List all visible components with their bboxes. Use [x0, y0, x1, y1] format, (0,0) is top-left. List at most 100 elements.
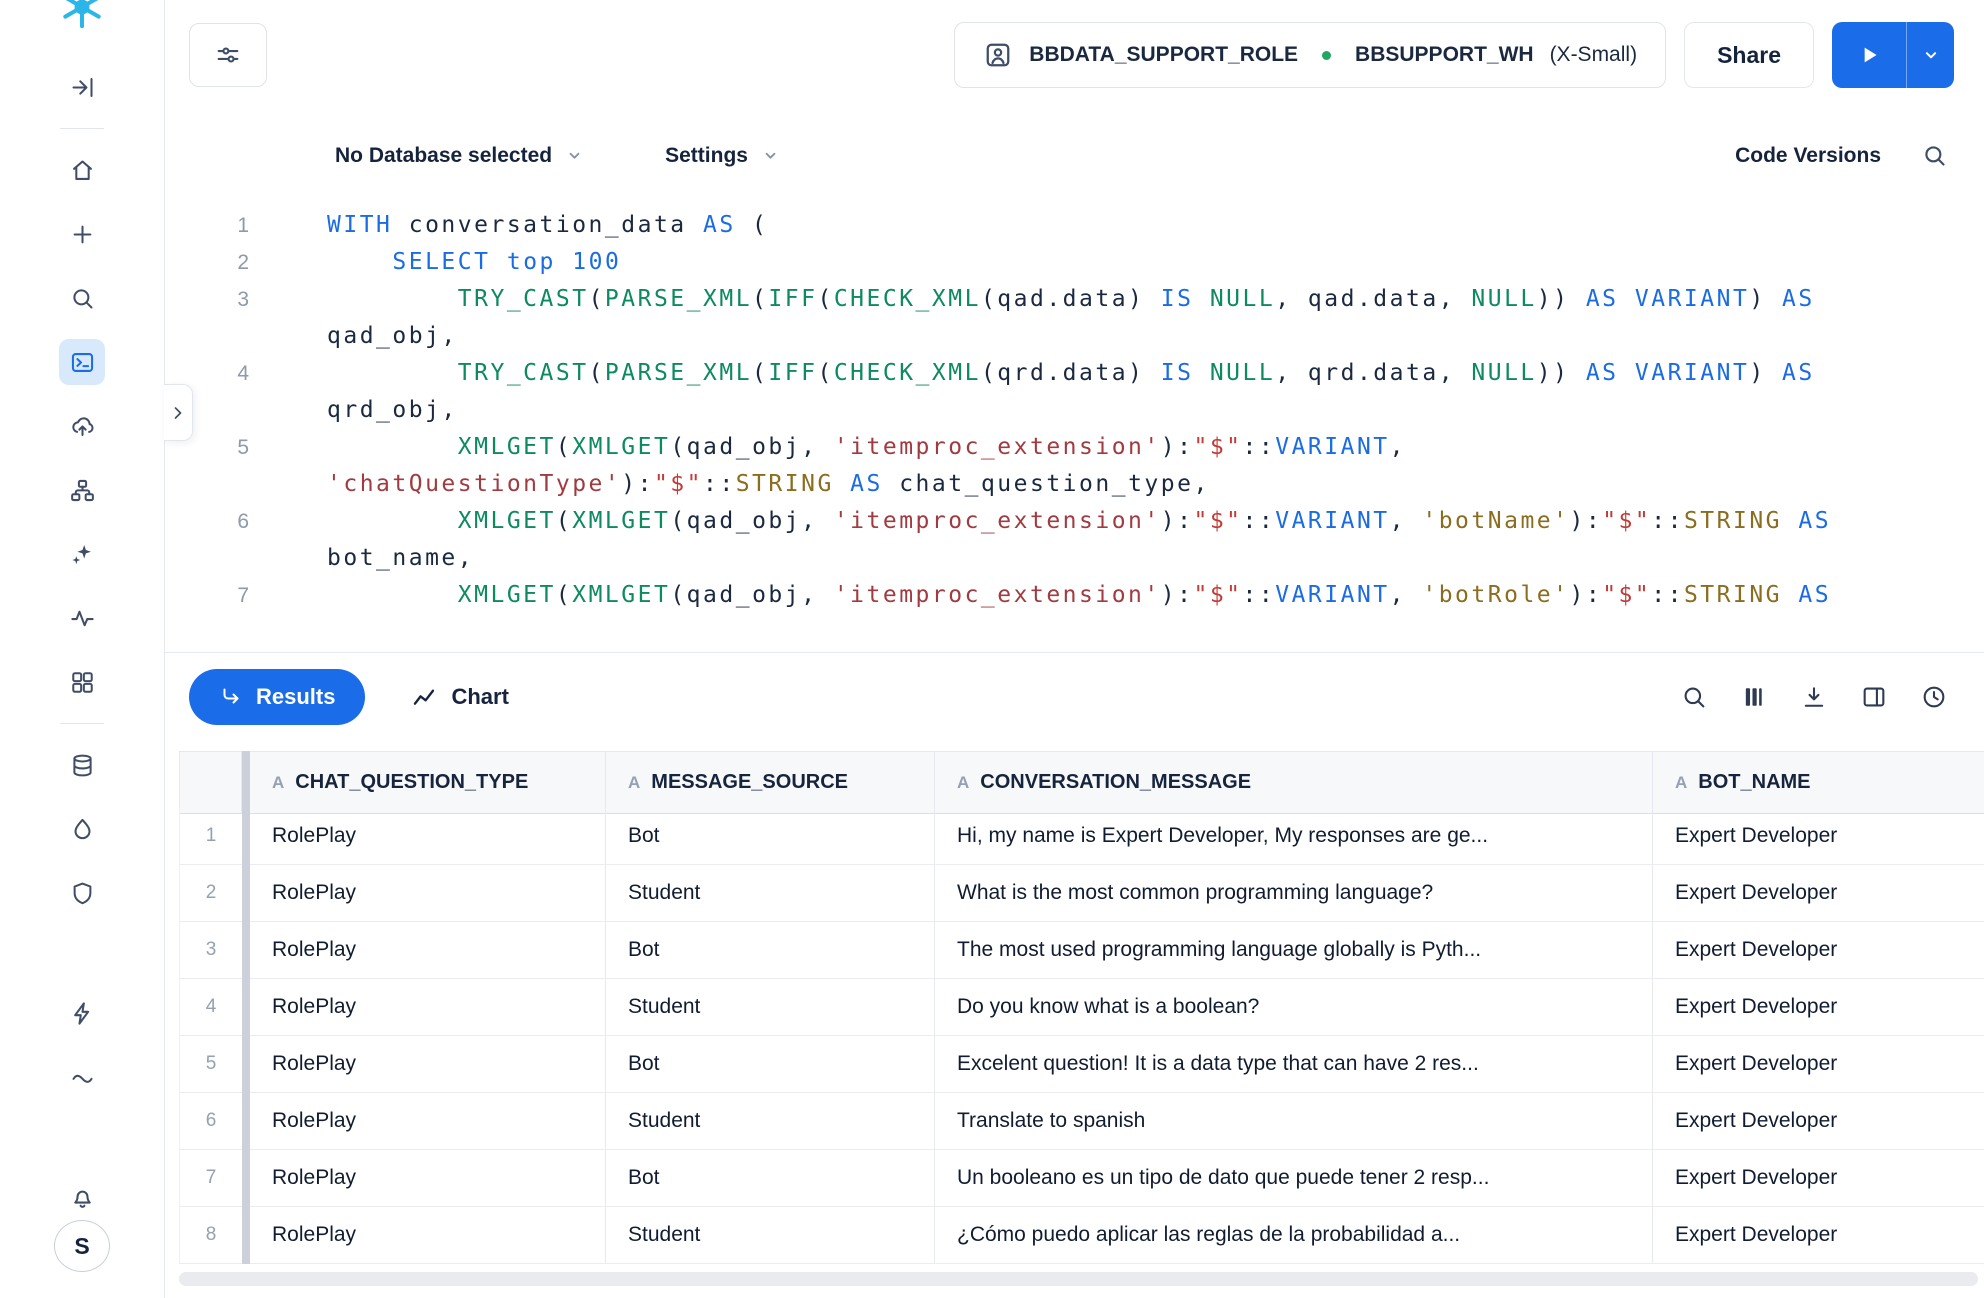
code-line[interactable]: 7 XMLGET(XMLGET(qad_obj, 'itemproc_exten…: [165, 577, 1984, 614]
table-cell[interactable]: RolePlay: [250, 1150, 606, 1207]
table-scrollbar[interactable]: [242, 1207, 250, 1264]
table-cell[interactable]: Expert Developer: [1653, 922, 1984, 979]
table-cell[interactable]: RolePlay: [250, 922, 606, 979]
table-cell[interactable]: Bot: [606, 922, 935, 979]
table-cell[interactable]: Student: [606, 1093, 935, 1150]
table-cell[interactable]: Student: [606, 865, 935, 922]
home-icon[interactable]: [59, 147, 105, 193]
row-number[interactable]: 7: [179, 1150, 242, 1207]
table-scrollbar[interactable]: [242, 1150, 250, 1207]
worksheet-context-bar: No Database selected Settings Code Versi…: [165, 142, 1984, 169]
row-number[interactable]: 5: [179, 1036, 242, 1093]
chevron-down-icon: [760, 145, 781, 166]
shield-icon[interactable]: [59, 870, 105, 916]
table-cell[interactable]: Expert Developer: [1653, 865, 1984, 922]
activity-icon[interactable]: [59, 595, 105, 641]
code-line[interactable]: 4 TRY_CAST(PARSE_XML(IFF(CHECK_XML(qrd.d…: [165, 355, 1984, 429]
tab-results[interactable]: Results: [189, 669, 365, 725]
code-line[interactable]: 2 SELECT top 100: [165, 244, 1984, 281]
worksheets-icon[interactable]: [59, 339, 105, 385]
hierarchy-icon[interactable]: [59, 467, 105, 513]
share-button[interactable]: Share: [1684, 22, 1814, 88]
row-number[interactable]: 4: [179, 979, 242, 1036]
download-icon[interactable]: [1800, 683, 1828, 711]
table-cell[interactable]: Expert Developer: [1653, 808, 1984, 865]
column-header-message_source[interactable]: AMESSAGE_SOURCE: [606, 751, 935, 814]
sql-editor[interactable]: 1WITH conversation_data AS (2 SELECT top…: [165, 207, 1984, 652]
table-cell[interactable]: Expert Developer: [1653, 1093, 1984, 1150]
columns-icon[interactable]: [1740, 683, 1768, 711]
code-versions-link[interactable]: Code Versions: [1735, 144, 1881, 168]
history-icon[interactable]: [1920, 683, 1948, 711]
database-icon[interactable]: [59, 742, 105, 788]
run-button[interactable]: [1832, 22, 1906, 88]
table-cell[interactable]: Bot: [606, 1036, 935, 1093]
row-number[interactable]: 2: [179, 865, 242, 922]
table-cell[interactable]: ¿Cómo puedo aplicar las reglas de la pro…: [935, 1207, 1653, 1264]
table-cell[interactable]: Bot: [606, 808, 935, 865]
table-cell[interactable]: The most used programming language globa…: [935, 922, 1653, 979]
table-cell[interactable]: Student: [606, 979, 935, 1036]
table-cell[interactable]: Translate to spanish: [935, 1093, 1653, 1150]
table-cell[interactable]: Un booleano es un tipo de dato que puede…: [935, 1150, 1653, 1207]
code-line[interactable]: 6 XMLGET(XMLGET(qad_obj, 'itemproc_exten…: [165, 503, 1984, 577]
plus-icon[interactable]: [59, 211, 105, 257]
column-header-bot_name[interactable]: ABOT_NAME: [1653, 751, 1984, 814]
search-icon[interactable]: [59, 275, 105, 321]
bolt-icon[interactable]: [59, 990, 105, 1036]
table-scrollbar[interactable]: [242, 1036, 250, 1093]
table-scrollbar[interactable]: [242, 979, 250, 1036]
database-selector[interactable]: No Database selected: [335, 144, 585, 168]
settings-dropdown[interactable]: Settings: [665, 144, 781, 168]
table-cell[interactable]: Expert Developer: [1653, 1207, 1984, 1264]
column-header-conversation_message[interactable]: ACONVERSATION_MESSAGE: [935, 751, 1653, 814]
results-panel: Results Chart ACHAT_QUESTION_TYPEAMESSAG…: [165, 652, 1984, 1298]
table-scrollbar[interactable]: [242, 865, 250, 922]
cloud-upload-icon[interactable]: [59, 403, 105, 449]
search-icon[interactable]: [1921, 142, 1948, 169]
row-number[interactable]: 3: [179, 922, 242, 979]
snowflake-logo-icon[interactable]: [59, 0, 105, 14]
code-line[interactable]: 3 TRY_CAST(PARSE_XML(IFF(CHECK_XML(qad.d…: [165, 281, 1984, 355]
role-warehouse-selector[interactable]: BBDATA_SUPPORT_ROLE BBSUPPORT_WH (X-Smal…: [954, 22, 1666, 88]
table-cell[interactable]: RolePlay: [250, 865, 606, 922]
table-cell[interactable]: RolePlay: [250, 808, 606, 865]
split-panel-icon[interactable]: [1860, 683, 1888, 711]
user-avatar[interactable]: S: [54, 1220, 110, 1272]
table-scrollbar[interactable]: [242, 1093, 250, 1150]
bell-icon[interactable]: [59, 1174, 105, 1220]
row-number[interactable]: 1: [179, 808, 242, 865]
table-cell[interactable]: What is the most common programming lang…: [935, 865, 1653, 922]
table-cell[interactable]: Expert Developer: [1653, 1150, 1984, 1207]
droplet-icon[interactable]: [59, 806, 105, 852]
table-cell[interactable]: RolePlay: [250, 1093, 606, 1150]
row-number[interactable]: 8: [179, 1207, 242, 1264]
worksheet-settings-button[interactable]: [189, 23, 267, 87]
table-cell[interactable]: RolePlay: [250, 1207, 606, 1264]
table-cell[interactable]: Hi, my name is Expert Developer, My resp…: [935, 808, 1653, 865]
horizontal-scrollbar[interactable]: [179, 1272, 1978, 1286]
search-icon[interactable]: [1680, 683, 1708, 711]
table-cell[interactable]: Bot: [606, 1150, 935, 1207]
table-scrollbar[interactable]: [242, 922, 250, 979]
table-cell[interactable]: Student: [606, 1207, 935, 1264]
table-cell[interactable]: Excelent question! It is a data type tha…: [935, 1036, 1653, 1093]
table-cell[interactable]: Expert Developer: [1653, 979, 1984, 1036]
table-scrollbar[interactable]: [242, 751, 250, 808]
table-scrollbar[interactable]: [242, 808, 250, 865]
sparkles-icon[interactable]: [59, 531, 105, 577]
column-header-chat_question_type[interactable]: ACHAT_QUESTION_TYPE: [250, 751, 606, 814]
table-cell[interactable]: Do you know what is a boolean?: [935, 979, 1653, 1036]
table-cell[interactable]: Expert Developer: [1653, 1036, 1984, 1093]
code-line[interactable]: 1WITH conversation_data AS (: [165, 207, 1984, 244]
code-line[interactable]: 5 XMLGET(XMLGET(qad_obj, 'itemproc_exten…: [165, 429, 1984, 503]
dashboard-icon[interactable]: [59, 659, 105, 705]
collapse-sidebar-icon[interactable]: [59, 64, 105, 110]
table-cell[interactable]: RolePlay: [250, 1036, 606, 1093]
tab-chart[interactable]: Chart: [411, 684, 508, 711]
row-number[interactable]: 6: [179, 1093, 242, 1150]
expand-panel-button[interactable]: [164, 384, 193, 441]
table-cell[interactable]: RolePlay: [250, 979, 606, 1036]
run-options-button[interactable]: [1906, 22, 1954, 88]
tilde-icon[interactable]: [59, 1054, 105, 1100]
